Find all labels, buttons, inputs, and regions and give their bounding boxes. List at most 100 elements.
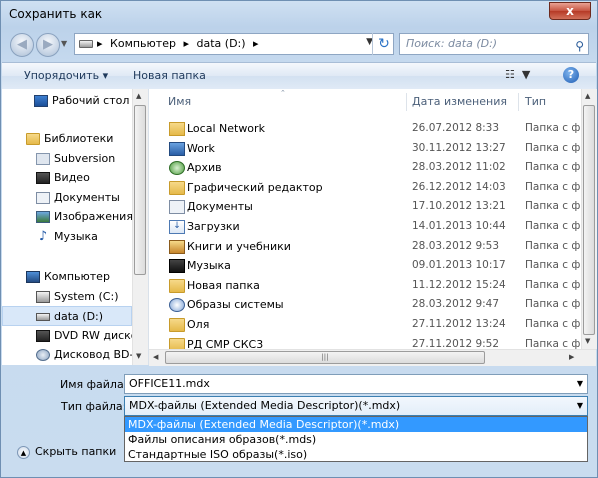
file-name: Графический редактор: [187, 180, 323, 194]
change-view-button[interactable]: ☷ ▼: [505, 68, 530, 81]
music-folder-icon: [169, 259, 185, 274]
folder-icon: [169, 278, 185, 293]
scrollbar-thumb[interactable]: [583, 105, 595, 335]
back-button[interactable]: ◀: [10, 33, 34, 57]
sidebar-item-desktop[interactable]: Рабочий стол: [34, 91, 129, 111]
sidebar-item-computer[interactable]: Компьютер: [26, 267, 110, 287]
sidebar-item-bd-drive[interactable]: Дисковод BD-R: [36, 345, 141, 365]
work-folder-icon: [169, 141, 185, 156]
table-row[interactable]: ↓ Загрузки 14.01.2013 10:44 Папка с ф: [149, 217, 581, 237]
new-folder-button[interactable]: Новая папка: [133, 69, 206, 82]
recent-pages-dropdown[interactable]: ▼: [61, 39, 67, 48]
help-button[interactable]: ?: [563, 67, 579, 83]
breadcrumb-separator-icon[interactable]: ▸: [253, 37, 259, 50]
close-button[interactable]: x: [549, 2, 591, 20]
column-header-name[interactable]: Имя: [168, 89, 191, 115]
close-icon: x: [566, 4, 574, 18]
help-icon: ?: [567, 68, 575, 81]
navigation-pane-scrollbar[interactable]: ▲ ▼: [132, 89, 148, 365]
table-row[interactable]: Local Network 26.07.2012 8:33 Папка с ф: [149, 119, 581, 139]
table-row[interactable]: Оля 27.11.2012 13:24 Папка с ф: [149, 315, 581, 335]
sidebar-item-documents[interactable]: Документы: [36, 188, 120, 208]
file-name: Work: [187, 141, 215, 155]
file-type: Папка с ф: [525, 278, 581, 291]
scroll-up-icon[interactable]: ▲: [136, 92, 141, 100]
table-row[interactable]: Книги и учебники 28.03.2012 9:53 Папка с…: [149, 237, 581, 257]
chevron-up-icon: ▲: [17, 445, 30, 459]
file-list: Имя Дата изменения Тип ⌃ Local Network 2…: [149, 89, 581, 349]
folder-icon: [169, 318, 185, 332]
video-icon: [36, 172, 50, 184]
table-row[interactable]: Work 30.11.2012 13:27 Папка с ф: [149, 139, 581, 159]
sidebar-item-subversion[interactable]: Subversion: [36, 149, 115, 169]
scroll-down-icon[interactable]: ▼: [585, 337, 590, 345]
scroll-right-icon[interactable]: ▶: [569, 353, 574, 361]
search-icon[interactable]: ⚲: [575, 36, 584, 56]
sidebar-item-images[interactable]: Изображения: [36, 207, 133, 227]
scrollbar-thumb[interactable]: |||: [165, 351, 485, 364]
filetype-option-mdx[interactable]: MDX-файлы (Extended Media Descriptor)(*.…: [125, 417, 587, 432]
address-bar[interactable]: ▸ Компьютер ▸ data (D:) ▸ ▼: [74, 33, 394, 55]
file-type: Папка с ф: [525, 259, 581, 272]
filetype-select[interactable]: MDX-файлы (Extended Media Descriptor)(*.…: [124, 396, 588, 416]
file-date: 17.10.2012 13:21: [412, 200, 506, 213]
filetype-value: MDX-файлы (Extended Media Descriptor)(*.…: [129, 399, 401, 412]
sidebar-item-libraries[interactable]: Библиотеки: [26, 129, 113, 149]
table-row[interactable]: Новая папка 11.12.2012 15:24 Папка с ф: [149, 276, 581, 296]
music-icon: ♪: [38, 229, 48, 244]
file-list-scrollbar[interactable]: ▲ ▼: [581, 89, 597, 349]
table-row[interactable]: РД СМР СКС3 27.11.2012 9:52 Папка с ф: [149, 335, 581, 349]
chevron-down-icon[interactable]: ▼: [577, 375, 583, 393]
table-row[interactable]: Архив 28.03.2012 11:02 Папка с ф: [149, 158, 581, 178]
breadcrumb-data-d[interactable]: data (D:): [197, 37, 246, 50]
column-divider[interactable]: [518, 93, 519, 111]
search-input[interactable]: Поиск: data (D:) ⚲: [399, 33, 589, 55]
sidebar-item-system-c[interactable]: System (C:): [36, 287, 119, 307]
filename-label: Имя файла:: [60, 378, 128, 391]
hide-folders-button[interactable]: ▲ Скрыть папки: [17, 445, 116, 459]
scroll-up-icon[interactable]: ▲: [585, 92, 590, 100]
file-type: Папка с ф: [525, 200, 581, 213]
sidebar-item-label: Subversion: [54, 152, 116, 165]
organize-button[interactable]: Упорядочить ▾: [24, 69, 108, 82]
file-name: Книги и учебники: [187, 239, 291, 253]
hide-folders-label: Скрыть папки: [35, 445, 117, 458]
breadcrumb-separator-icon[interactable]: ▸: [183, 37, 189, 50]
toolbar: Упорядочить ▾ Новая папка ☷ ▼ ?: [2, 62, 596, 90]
chevron-down-icon[interactable]: ▼: [577, 397, 583, 415]
breadcrumb-separator-icon[interactable]: ▸: [97, 37, 103, 50]
table-row[interactable]: Музыка 09.01.2013 10:17 Папка с ф: [149, 256, 581, 276]
file-type: Папка с ф: [525, 318, 581, 330]
horizontal-scrollbar[interactable]: ◀ ||| ▶: [149, 349, 596, 366]
filetype-option-iso[interactable]: Стандартные ISO образы(*.iso): [125, 447, 587, 462]
dvd-icon: [36, 330, 50, 342]
column-header-type[interactable]: Тип: [525, 89, 546, 115]
forward-button[interactable]: ▶: [36, 33, 60, 57]
table-row[interactable]: Графический редактор 26.12.2012 14:03 Па…: [149, 178, 581, 198]
file-name: Архив: [187, 161, 222, 175]
window-title: Сохранить как: [9, 7, 103, 21]
disc-images-folder-icon: [169, 298, 185, 313]
file-date: 28.03.2012 9:53: [412, 239, 500, 252]
column-divider[interactable]: [406, 93, 407, 111]
network-folder-icon: [169, 122, 185, 136]
sidebar-item-music[interactable]: ♪ Музыка: [36, 227, 98, 247]
table-row[interactable]: Образы системы 28.03.2012 9:47 Папка с ф: [149, 295, 581, 315]
filename-field[interactable]: OFFICE11.mdx ▼: [124, 374, 588, 394]
breadcrumb-computer[interactable]: Компьютер: [110, 37, 176, 50]
scroll-down-icon[interactable]: ▼: [136, 352, 141, 360]
sidebar-item-data-d[interactable]: data (D:): [2, 306, 132, 326]
file-type: Папка с ф: [525, 122, 581, 134]
filetype-option-mds[interactable]: Файлы описания образов(*.mds): [125, 432, 587, 447]
sidebar-item-dvd-rw[interactable]: DVD RW дисков: [36, 326, 144, 346]
column-header-date[interactable]: Дата изменения: [412, 89, 507, 115]
sidebar-item-video[interactable]: Видео: [36, 168, 90, 188]
drive-icon: [36, 291, 50, 303]
table-row[interactable]: Документы 17.10.2012 13:21 Папка с ф: [149, 197, 581, 217]
file-type: Папка с ф: [525, 180, 581, 193]
filename-value: OFFICE11.mdx: [129, 377, 210, 390]
file-type: Папка с ф: [525, 220, 581, 232]
refresh-button[interactable]: ↻: [372, 33, 395, 55]
scrollbar-thumb[interactable]: [134, 105, 146, 275]
scroll-left-icon[interactable]: ◀: [153, 353, 158, 361]
